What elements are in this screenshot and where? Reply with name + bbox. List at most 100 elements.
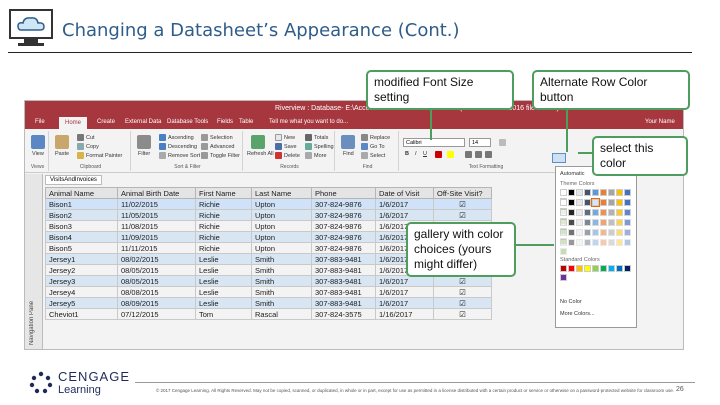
color-swatch[interactable]	[616, 199, 623, 206]
table-row[interactable]: Cheviot1 07/12/2015 Tom Rascal 307-824-3575 1…	[45, 308, 492, 320]
table-cell[interactable]: 08/05/2015	[117, 264, 196, 276]
table-cell[interactable]: 307-883-9481	[311, 253, 376, 265]
table-cell[interactable]: 307-883-9481	[311, 264, 376, 276]
table-cell[interactable]: ☑	[433, 297, 492, 309]
table-cell[interactable]: Bison5	[45, 242, 118, 254]
table-cell[interactable]: ☑	[433, 209, 492, 221]
color-swatch[interactable]	[592, 265, 599, 272]
table-cell[interactable]: Leslie	[195, 286, 252, 298]
color-swatch[interactable]	[592, 189, 599, 196]
color-swatch[interactable]	[624, 265, 631, 272]
table-cell[interactable]: 307-824-9876	[311, 231, 376, 243]
table-cell[interactable]: Upton	[251, 242, 312, 254]
col-animal-name[interactable]: Animal Name	[45, 187, 118, 199]
more-colors-option[interactable]: More Colors...	[560, 311, 595, 317]
totals-button[interactable]: Totals	[305, 134, 328, 141]
delete-record-button[interactable]: Delete	[275, 152, 300, 159]
automatic-option[interactable]: Automatic	[560, 171, 584, 177]
table-tab[interactable]: VisitsAndInvoices	[45, 175, 102, 185]
view-button[interactable]: View	[32, 151, 44, 157]
table-cell[interactable]: Upton	[251, 220, 312, 232]
table-cell[interactable]: Rascal	[251, 308, 312, 320]
table-cell[interactable]: Smith	[251, 297, 312, 309]
table-cell[interactable]: ☑	[433, 308, 492, 320]
color-swatch[interactable]	[560, 189, 567, 196]
color-swatch[interactable]	[608, 239, 615, 246]
color-swatch[interactable]	[600, 265, 607, 272]
select-button[interactable]: Select	[361, 152, 385, 159]
table-cell[interactable]: 307-824-9876	[311, 198, 376, 210]
color-swatch[interactable]	[584, 219, 591, 226]
table-cell[interactable]: Richie	[195, 231, 252, 243]
table-row[interactable]: Jersey4 08/08/2015 Leslie Smith 307-883-9481…	[45, 286, 492, 298]
format-painter-button[interactable]: Format Painter	[77, 152, 122, 159]
color-swatch[interactable]	[600, 189, 607, 196]
tell-me-box[interactable]: Tell me what you want to do...	[269, 119, 348, 125]
table-row[interactable]: Bison1 11/02/2015 Richie Upton 307-824-9876 1…	[45, 198, 492, 210]
color-swatch[interactable]	[584, 209, 591, 216]
col-offsite[interactable]: Off-Site Visit?	[433, 187, 492, 199]
table-cell[interactable]: 11/09/2015	[117, 231, 196, 243]
tab-external-data[interactable]: External Data	[125, 119, 161, 125]
color-swatch[interactable]	[600, 219, 607, 226]
color-swatch[interactable]	[624, 239, 631, 246]
color-swatch[interactable]	[624, 219, 631, 226]
table-cell[interactable]: 307-824-9876	[311, 220, 376, 232]
color-swatch[interactable]	[600, 199, 607, 206]
table-cell[interactable]: Smith	[251, 275, 312, 287]
color-swatch[interactable]	[584, 199, 591, 206]
color-swatch[interactable]	[576, 199, 583, 206]
color-swatch[interactable]	[591, 198, 600, 207]
underline-button[interactable]: U	[423, 151, 427, 157]
color-swatch[interactable]	[608, 219, 615, 226]
table-cell[interactable]: 08/09/2015	[117, 297, 196, 309]
table-cell[interactable]: Richie	[195, 220, 252, 232]
color-swatch[interactable]	[584, 265, 591, 272]
table-cell[interactable]: 307-883-9481	[311, 286, 376, 298]
navigation-pane[interactable]: Navigation Pane	[25, 174, 43, 349]
tab-database-tools[interactable]: Database Tools	[167, 119, 208, 125]
selection-button[interactable]: Selection	[201, 134, 233, 141]
table-cell[interactable]: Smith	[251, 286, 312, 298]
table-row[interactable]: Jersey5 08/09/2015 Leslie Smith 307-883-9481…	[45, 297, 492, 309]
table-cell[interactable]: 1/16/2017	[375, 308, 434, 320]
color-swatch[interactable]	[608, 209, 615, 216]
color-swatch[interactable]	[560, 265, 567, 272]
table-cell[interactable]: Bison4	[45, 231, 118, 243]
table-cell[interactable]: Upton	[251, 231, 312, 243]
color-swatch[interactable]	[616, 189, 623, 196]
more-button[interactable]: More	[305, 152, 327, 159]
color-swatch[interactable]	[576, 265, 583, 272]
table-cell[interactable]: Cheviot1	[45, 308, 118, 320]
color-swatch[interactable]	[608, 265, 615, 272]
table-cell[interactable]: Smith	[251, 253, 312, 265]
color-swatch[interactable]	[560, 239, 567, 246]
col-birth-date[interactable]: Animal Birth Date	[117, 187, 196, 199]
table-cell[interactable]: 1/6/2017	[375, 275, 434, 287]
highlight-button[interactable]	[447, 151, 454, 158]
tab-create[interactable]: Create	[97, 119, 115, 125]
table-cell[interactable]: 1/6/2017	[375, 297, 434, 309]
table-cell[interactable]: Leslie	[195, 297, 252, 309]
table-cell[interactable]: 08/05/2015	[117, 275, 196, 287]
color-swatch[interactable]	[592, 219, 599, 226]
refresh-all-button[interactable]: Refresh All	[247, 151, 274, 157]
paste-button[interactable]: Paste	[55, 151, 69, 157]
color-swatch[interactable]	[616, 239, 623, 246]
replace-button[interactable]: Replace	[361, 134, 390, 141]
color-swatch[interactable]	[568, 229, 575, 236]
color-swatch[interactable]	[568, 219, 575, 226]
table-cell[interactable]: 11/05/2015	[117, 209, 196, 221]
table-row[interactable]: Jersey3 08/05/2015 Leslie Smith 307-883-9481…	[45, 275, 492, 287]
color-swatch[interactable]	[576, 229, 583, 236]
color-swatch[interactable]	[576, 219, 583, 226]
color-swatch[interactable]	[584, 229, 591, 236]
gridlines-button[interactable]	[499, 139, 506, 146]
table-cell[interactable]: 11/02/2015	[117, 198, 196, 210]
cut-button[interactable]: Cut	[77, 134, 95, 141]
table-cell[interactable]: Jersey2	[45, 264, 118, 276]
table-cell[interactable]: Upton	[251, 209, 312, 221]
color-swatch[interactable]	[624, 209, 631, 216]
font-name-select[interactable]: Calibri	[403, 138, 465, 147]
table-cell[interactable]: Leslie	[195, 253, 252, 265]
